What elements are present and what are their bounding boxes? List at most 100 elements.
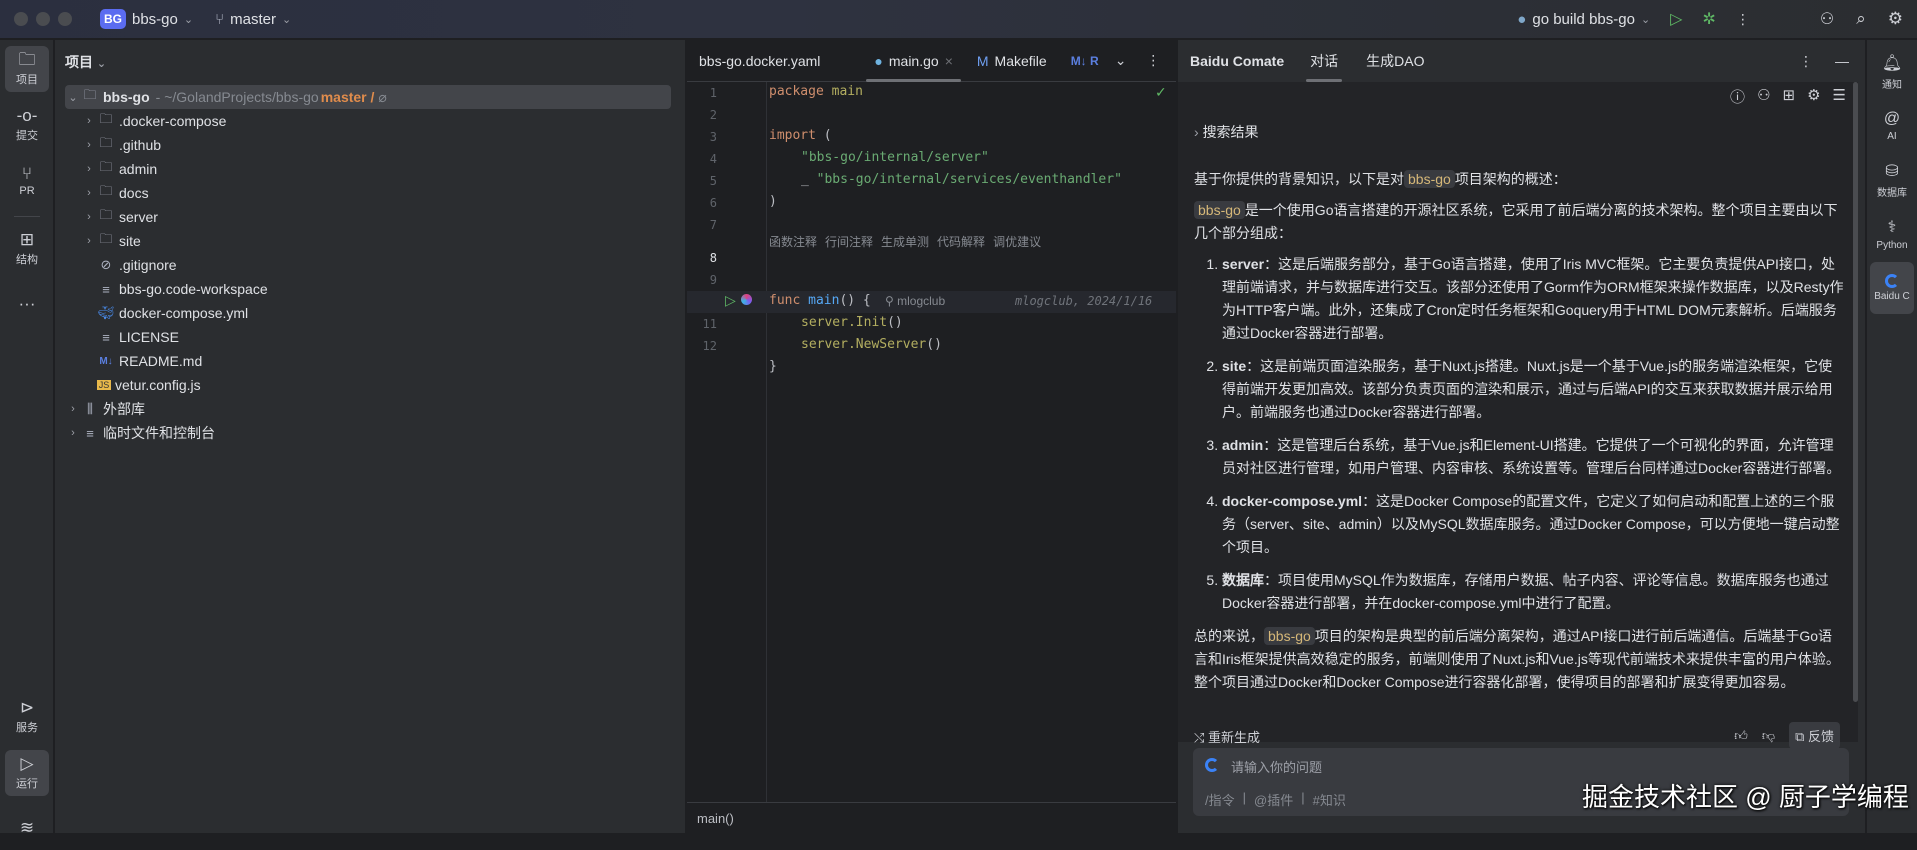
run-icon[interactable]: ▷ <box>1670 9 1682 29</box>
more-icon[interactable]: ⋮ <box>1146 52 1160 69</box>
database-icon: ⛁ <box>1885 163 1899 180</box>
tree-folder[interactable]: › 🗀 docs <box>81 181 687 205</box>
user-chat-icon[interactable]: ⚇ <box>1757 86 1770 107</box>
minimize-icon[interactable]: — <box>1835 53 1849 69</box>
breadcrumb[interactable]: main() <box>687 802 1176 833</box>
hint-unit-test[interactable]: 生成单测 <box>881 233 929 250</box>
breadcrumb-item[interactable]: main() <box>697 811 734 826</box>
tab-chat[interactable]: 对话 <box>1296 40 1352 82</box>
text: 是一个使用Go语言搭建的开源社区系统，它采用了前后端分离的技术架构。整个项目主要… <box>1194 202 1838 241</box>
tool-commit[interactable]: -o- 提交 <box>5 102 49 148</box>
tree-folder[interactable]: › 🗀 admin <box>81 157 687 181</box>
search-results-toggle[interactable]: › 搜索结果 <box>1194 122 1259 142</box>
panel-title-text: 项目 <box>65 54 93 70</box>
project-name: bbs-go <box>132 10 178 28</box>
file-icon: JS <box>97 380 111 390</box>
comate-gutter-icon[interactable] <box>741 294 752 305</box>
project-panel-title[interactable]: 项目 ⌄ <box>65 52 106 72</box>
branch-icon: ⑂ <box>215 10 225 28</box>
tree-file[interactable]: M↓ README.md <box>81 349 687 373</box>
tool-database[interactable]: ⛁ 数据库 <box>1870 154 1914 206</box>
tool-notifications[interactable]: 🔔︎ 通知 <box>1870 46 1914 98</box>
panel-title: Baidu Comate <box>1190 53 1285 69</box>
list-item: admin：这是管理后台系统，基于Vue.js和Element-UI搭建。它提供… <box>1222 434 1844 480</box>
feedback-button[interactable]: ⧉ 反馈 <box>1789 722 1840 749</box>
gear-icon[interactable]: ⚙ <box>1807 86 1820 107</box>
window-minimize-button[interactable] <box>36 12 50 26</box>
tree-label: .docker-compose <box>119 113 227 129</box>
root-path: - ~/GolandProjects/bbs-go <box>155 89 319 105</box>
tree-root[interactable]: ⌄ 🗀 bbs-go - ~/GolandProjects/bbs-go mast… <box>65 85 671 109</box>
chevron-down-icon[interactable]: ⌄ <box>1115 52 1127 69</box>
tool-run[interactable]: ▷ 运行 <box>5 750 49 796</box>
knowledge-button[interactable]: #知识 <box>1313 790 1346 809</box>
tool-ai[interactable]: @ AI <box>1870 100 1914 152</box>
item-text: ：这是管理后台系统，基于Vue.js和Element-UI搭建。它提供了一个可视… <box>1222 437 1841 476</box>
line-number: 1 <box>709 86 717 100</box>
thumbs-down-icon[interactable]: 👎︎ <box>1762 728 1775 744</box>
tree-file[interactable]: JS vetur.config.js <box>81 373 687 397</box>
tree-file[interactable]: ≡ bbs-go.code-workspace <box>81 277 687 301</box>
tool-services[interactable]: ⊳ 服务 <box>5 694 49 740</box>
gear-icon[interactable]: ⚙ <box>1888 9 1903 29</box>
tab-generate-dao[interactable]: 生成DAO <box>1352 40 1438 82</box>
add-user-icon[interactable]: ⚇ <box>1820 9 1834 29</box>
close-icon[interactable]: × <box>945 53 953 69</box>
tool-pr[interactable]: ⑂ PR <box>5 158 49 204</box>
punct: ( <box>815 128 832 143</box>
tree-folder[interactable]: › 🗀 .github <box>81 133 687 157</box>
tool-python[interactable]: ⚕ Python <box>1870 208 1914 260</box>
regenerate-button[interactable]: ⤭ 重新生成 <box>1194 727 1260 746</box>
run-config-selector[interactable]: ● go build bbs-go ⌄ <box>1517 11 1650 28</box>
keyword: import <box>769 128 816 143</box>
more-icon[interactable]: ⋮ <box>1736 11 1750 28</box>
git-blame: mlogclub, 2024/1/16 <box>1015 294 1153 308</box>
search-icon[interactable]: ⌕ <box>1856 9 1866 29</box>
tree-external-libs[interactable]: › ⫼ 外部库 <box>65 397 671 421</box>
tool-project[interactable]: 🗀 项目 <box>5 46 49 92</box>
hint-func-comment[interactable]: 函数注释 <box>769 233 817 250</box>
tree-folder[interactable]: › 🗀 .docker-compose <box>81 109 687 133</box>
command-button[interactable]: /指令 <box>1205 790 1235 809</box>
pull-request-icon: ⑂ <box>21 164 33 183</box>
line-number: 3 <box>709 130 717 144</box>
help-icon[interactable]: ⓘ <box>1730 86 1745 107</box>
folder-icon: 🗀 <box>99 207 113 222</box>
tree-folder[interactable]: › 🗀 server <box>81 205 687 229</box>
run-gutter-icon[interactable]: ▷ <box>725 292 736 309</box>
plugin-button[interactable]: @插件 <box>1254 790 1293 809</box>
tab-main-go[interactable]: ● main.go × <box>862 40 964 82</box>
item-text: ：这是后端服务部分，基于Go语言搭建，使用了Iris MVC框架。它主要负责提供… <box>1222 256 1844 341</box>
hint-explain[interactable]: 代码解释 <box>937 233 985 250</box>
plugins-icon[interactable]: ⊞ <box>1783 86 1796 107</box>
tree-file[interactable]: ⊘ .gitignore <box>81 253 687 277</box>
branch-name: master <box>230 10 276 28</box>
scrollbar[interactable] <box>1853 82 1858 702</box>
layers-button[interactable]: ≋ <box>5 804 49 850</box>
thumbs-up-icon[interactable]: 👍︎ <box>1734 728 1748 744</box>
tool-baidu-comate[interactable]: Baidu C <box>1870 262 1914 314</box>
tree-folder[interactable]: › 🗀 site <box>81 229 687 253</box>
more-icon[interactable]: ⋮ <box>1799 53 1813 70</box>
tab-readme[interactable]: M↓ R <box>1059 40 1111 82</box>
hint-line-comment[interactable]: 行间注释 <box>825 233 873 250</box>
window-close-button[interactable] <box>14 12 28 26</box>
project-switcher[interactable]: BG bbs-go ⌄ <box>100 9 193 29</box>
run-config-label: go build bbs-go <box>1532 10 1635 28</box>
regenerate-label: 重新生成 <box>1208 730 1261 745</box>
author-inlay[interactable]: ⚲ mlogclub <box>885 294 945 308</box>
tree-file[interactable]: ≡ LICENSE <box>81 325 687 349</box>
branch-switcher[interactable]: ⑂ master ⌄ <box>215 11 291 28</box>
more-tools-button[interactable]: ··· <box>5 280 49 326</box>
tool-structure[interactable]: ⊞ 结构 <box>5 226 49 272</box>
window-zoom-button[interactable] <box>58 12 72 26</box>
debug-icon[interactable]: ✲ <box>1702 9 1715 29</box>
tree-scratches[interactable]: › ≡ 临时文件和控制台 <box>65 421 671 445</box>
tree-file[interactable]: 🐳︎ docker-compose.yml <box>81 301 687 325</box>
clear-icon[interactable]: ☰ <box>1833 86 1846 107</box>
tool-label: AI <box>1887 131 1897 142</box>
hint-optimize[interactable]: 调优建议 <box>993 233 1041 250</box>
tab-makefile[interactable]: M Makefile <box>965 40 1059 82</box>
tab-docker-yaml[interactable]: bbs-go.docker.yaml <box>687 40 832 82</box>
tab-label: M↓ R <box>1070 53 1099 68</box>
